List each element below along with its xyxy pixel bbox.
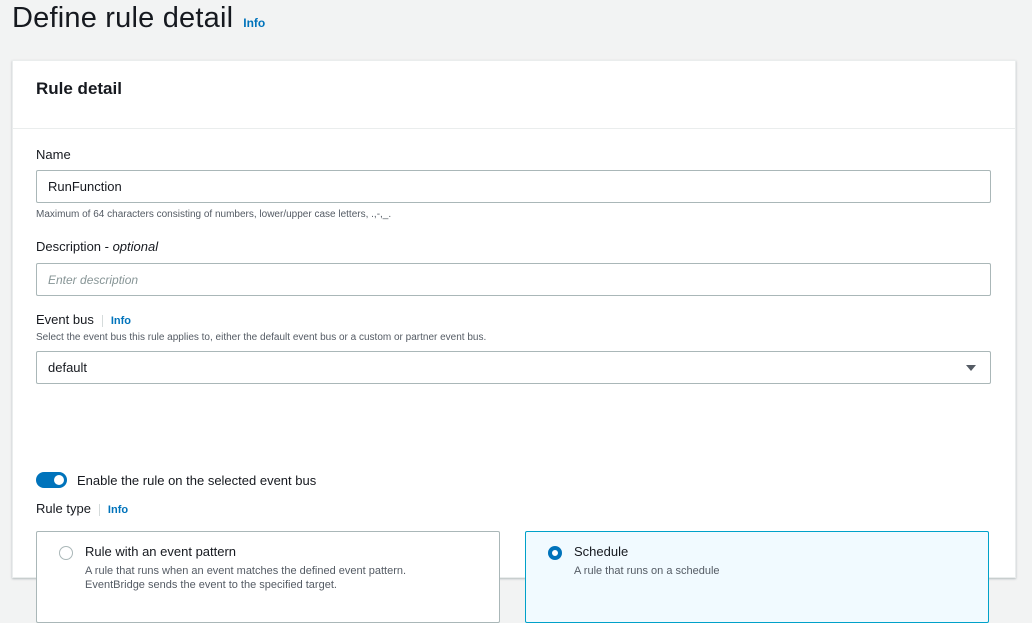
- rule-type-label: Rule type Info: [36, 501, 129, 516]
- page-info-link[interactable]: Info: [243, 16, 265, 30]
- description-label-text: Description -: [36, 239, 113, 254]
- name-label: Name: [36, 147, 71, 162]
- radio-unselected-icon[interactable]: [59, 546, 73, 560]
- enable-rule-label: Enable the rule on the selected event bu…: [77, 472, 317, 488]
- event-bus-selected: default: [48, 360, 88, 375]
- page-title: Define rule detail Info: [12, 2, 265, 35]
- radio-selected-icon[interactable]: [548, 546, 562, 560]
- enable-rule-toggle[interactable]: [36, 472, 67, 488]
- event-bus-label-text: Event bus: [36, 312, 94, 327]
- description-optional: optional: [112, 239, 159, 254]
- rule-type-option-event-pattern[interactable]: Rule with an event pattern A rule that r…: [36, 531, 500, 623]
- caret-down-icon: [966, 365, 976, 371]
- name-input[interactable]: RunFunction: [36, 170, 991, 203]
- name-hint: Maximum of 64 characters consisting of n…: [36, 209, 392, 220]
- rule-detail-panel: Rule detail Name RunFunction Maximum of …: [12, 60, 1016, 623]
- panel-header: Rule detail: [13, 61, 1015, 129]
- event-bus-select[interactable]: default: [36, 351, 991, 384]
- enable-rule-row: Enable the rule on the selected event bu…: [36, 472, 316, 488]
- option-description: A rule that runs when an event matches t…: [85, 565, 407, 591]
- description-label: Description - optional: [36, 239, 158, 254]
- option-title: Rule with an event pattern: [85, 544, 237, 559]
- panel-title: Rule detail: [36, 79, 122, 98]
- option-description: A rule that runs on a schedule: [574, 565, 720, 577]
- option-title: Schedule: [574, 544, 629, 559]
- rule-type-label-text: Rule type: [36, 501, 91, 516]
- page-title-text: Define rule detail: [12, 2, 234, 34]
- event-bus-info-link[interactable]: Info: [101, 315, 131, 327]
- rule-type-option-schedule[interactable]: Schedule A rule that runs on a schedule: [525, 531, 989, 623]
- description-input[interactable]: Enter description: [36, 263, 991, 296]
- event-bus-label: Event bus Info: [36, 312, 131, 327]
- rule-type-info-link[interactable]: Info: [98, 504, 129, 516]
- event-bus-hint: Select the event bus this rule applies t…: [36, 332, 487, 343]
